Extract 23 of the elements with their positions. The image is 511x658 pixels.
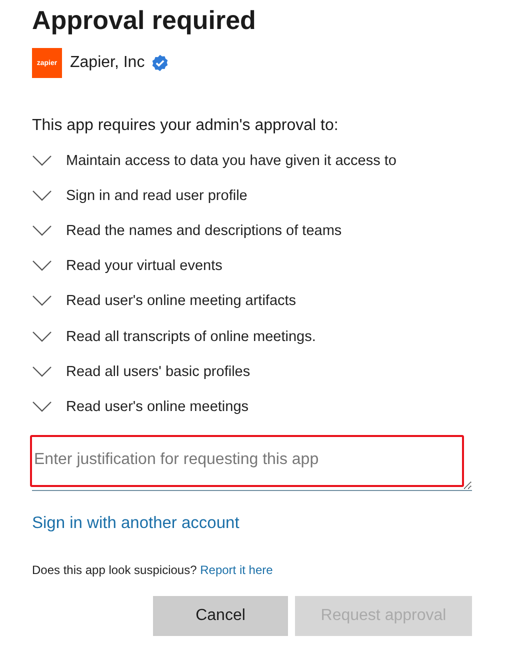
chevron-icon	[32, 190, 52, 202]
switch-account-link[interactable]: Sign in with another account	[32, 514, 240, 532]
dialog-title: Approval required	[32, 4, 256, 36]
chevron-icon	[32, 366, 52, 378]
chevron-icon	[32, 224, 52, 237]
permission-item[interactable]: Maintain access to data you have given it access to	[32, 143, 396, 178]
chevron-icon	[32, 330, 52, 343]
dialog-button[interactable]: Cancel	[153, 596, 288, 636]
permission-item[interactable]: Read the names and descriptions of teams	[32, 213, 342, 249]
report-link[interactable]: Report it here	[200, 562, 273, 576]
report-question: Does this app look suspicious?	[32, 562, 197, 576]
permission-item[interactable]: Read all transcripts of online meetings.	[32, 318, 316, 354]
permission-item[interactable]: Read user's online meetings	[32, 389, 249, 424]
chevron-icon	[32, 154, 52, 167]
chevron-icon	[32, 400, 52, 413]
permission-item[interactable]: Read user's online meeting artifacts	[32, 284, 296, 319]
permission-item[interactable]: Sign in and read user profile	[32, 178, 248, 214]
intro-text: This app requires your admin's approval to:	[32, 117, 338, 135]
permission-item[interactable]: Read all users' basic profiles	[32, 354, 250, 390]
app-name: Zapier, Inc	[70, 54, 145, 72]
permission-item[interactable]: Read your virtual events	[32, 248, 222, 284]
chevron-icon	[32, 295, 52, 308]
chevron-icon	[32, 260, 52, 272]
